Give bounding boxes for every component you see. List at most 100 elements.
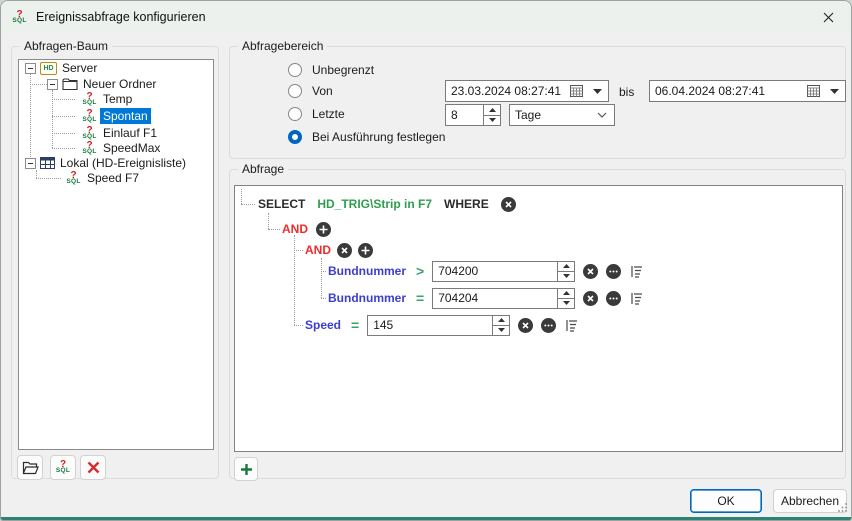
collapse-expander-icon[interactable] <box>25 158 36 169</box>
letzte-unit-select[interactable]: Tage <box>509 104 615 126</box>
query-guide <box>268 229 280 230</box>
spin-up-icon[interactable] <box>493 316 509 326</box>
spin-down-icon[interactable] <box>558 272 574 281</box>
spin-up-icon[interactable] <box>558 289 574 299</box>
remove-condition-icon[interactable] <box>583 291 598 306</box>
radio-von[interactable]: Von <box>288 83 333 99</box>
remove-where-icon[interactable] <box>501 197 516 212</box>
calendar-icon[interactable] <box>570 85 583 97</box>
where-keyword: WHERE <box>444 197 489 211</box>
add-condition-icon[interactable] <box>316 222 331 237</box>
query-and-inner-row: AND <box>305 239 373 261</box>
dialog-title: Ereignissabfrage konfigurieren <box>36 10 206 24</box>
condition-field-link[interactable]: Bundnummer <box>328 291 408 305</box>
tree-item-speed-f7[interactable]: ?SQL Speed F7 <box>19 170 213 186</box>
query-groupbox-label: Abfrage <box>238 162 288 176</box>
tree-item-einlauf-f1[interactable]: ?SQL Einlauf F1 <box>19 125 213 141</box>
condition-operator-link[interactable]: = <box>416 290 424 306</box>
radio-label: Bei Ausführung festlegen <box>312 130 445 144</box>
letzte-count-spinner[interactable]: 8 <box>445 104 501 126</box>
condition-operator-link[interactable]: > <box>416 263 424 279</box>
value-list-icon[interactable] <box>629 264 644 279</box>
radio-circle-selected-icon[interactable] <box>288 130 302 144</box>
add-statement-button[interactable] <box>234 457 258 481</box>
bis-date-input[interactable]: 06.04.2024 08:27:41 <box>649 80 846 102</box>
radio-bei-ausfuehrung[interactable]: Bei Ausführung festlegen <box>288 129 445 145</box>
query-tree-listbox[interactable]: HD Server Neuer Ordner ?SQL Temp ?SQL Sp… <box>18 59 214 450</box>
add-condition-icon[interactable] <box>358 243 373 258</box>
radio-circle-icon[interactable] <box>288 84 302 98</box>
spin-up-icon[interactable] <box>484 105 500 116</box>
tree-item-lokal[interactable]: Lokal (HD-Ereignisliste) <box>19 155 213 171</box>
spin-up-icon[interactable] <box>558 262 574 272</box>
value-list-icon[interactable] <box>564 318 579 333</box>
tree-item-speedmax[interactable]: ?SQL SpeedMax <box>19 140 213 156</box>
new-query-button[interactable]: ?SQL <box>50 455 76 480</box>
dropdown-arrow-icon[interactable] <box>830 89 839 94</box>
condition-field-link[interactable]: Bundnummer <box>328 264 408 278</box>
ok-button[interactable]: OK <box>690 489 762 513</box>
condition-value: 145 <box>373 318 492 332</box>
close-icon[interactable] <box>805 1 851 33</box>
remove-condition-icon[interactable] <box>518 318 533 333</box>
ok-button-label: OK <box>717 494 734 508</box>
spinner-buttons[interactable] <box>557 289 574 308</box>
open-folder-button[interactable] <box>17 455 43 480</box>
collapse-expander-icon[interactable] <box>47 79 58 90</box>
and-operator-link[interactable]: AND <box>282 222 308 236</box>
delete-query-button[interactable] <box>80 455 106 480</box>
spinner-buttons[interactable] <box>557 262 574 281</box>
tree-item-neuer-ordner[interactable]: Neuer Ordner <box>19 76 213 92</box>
query-and-outer-row: AND <box>282 218 331 240</box>
condition-row: Bundnummer > 704200 <box>328 260 644 282</box>
spin-down-icon[interactable] <box>558 299 574 308</box>
window-bottom-edge <box>1 517 851 520</box>
dropdown-arrow-icon[interactable] <box>593 89 602 94</box>
query-guide <box>294 325 303 326</box>
more-options-icon[interactable] <box>606 291 621 306</box>
select-source-link[interactable]: HD_TRIG\Strip in F7 <box>317 197 432 211</box>
condition-value-spinner[interactable]: 704204 <box>432 288 575 309</box>
condition-field-link[interactable]: Speed <box>305 318 343 332</box>
sql-query-icon: ?SQL <box>65 171 82 186</box>
query-builder-area[interactable]: SELECT HD_TRIG\Strip in F7 WHERE AND AND… <box>234 185 843 452</box>
radio-label: Von <box>312 84 333 98</box>
condition-row: Bundnummer = 704204 <box>328 287 644 309</box>
more-options-icon[interactable] <box>606 264 621 279</box>
radio-circle-icon[interactable] <box>288 107 302 121</box>
cancel-button[interactable]: Abbrechen <box>773 489 847 513</box>
tree-item-server[interactable]: HD Server <box>19 60 213 76</box>
calendar-icon[interactable] <box>807 85 820 97</box>
radio-circle-icon[interactable] <box>288 63 302 77</box>
plus-icon <box>240 463 253 476</box>
more-options-icon[interactable] <box>541 318 556 333</box>
radio-letzte[interactable]: Letzte <box>288 106 345 122</box>
tree-item-label: Temp <box>103 92 132 106</box>
resize-grip[interactable] <box>838 501 848 515</box>
query-guide <box>321 298 326 299</box>
sql-query-icon: ?SQL <box>81 141 98 156</box>
remove-group-icon[interactable] <box>337 243 352 258</box>
spin-down-icon[interactable] <box>484 116 500 126</box>
radio-unbegrenzt[interactable]: Unbegrenzt <box>288 62 374 78</box>
condition-operator-link[interactable]: = <box>351 317 359 333</box>
tree-item-spontan-selected[interactable]: ?SQL Spontan <box>19 108 213 124</box>
condition-value-spinner[interactable]: 145 <box>367 315 510 336</box>
value-list-icon[interactable] <box>629 291 644 306</box>
letzte-count-value: 8 <box>451 108 483 122</box>
von-date-input[interactable]: 23.03.2024 08:27:41 <box>445 80 609 102</box>
chevron-down-icon[interactable] <box>597 112 607 118</box>
spinner-buttons[interactable] <box>492 316 509 335</box>
spinner-buttons[interactable] <box>483 105 500 125</box>
tree-item-label: Spontan <box>100 108 151 124</box>
spin-down-icon[interactable] <box>493 326 509 335</box>
tree-item-label: Speed F7 <box>87 171 139 185</box>
collapse-expander-icon[interactable] <box>25 63 36 74</box>
von-date-value: 23.03.2024 08:27:41 <box>451 84 566 98</box>
letzte-unit-value: Tage <box>515 108 597 122</box>
tree-item-label: Neuer Ordner <box>83 77 156 91</box>
condition-value-spinner[interactable]: 704200 <box>432 261 575 282</box>
remove-condition-icon[interactable] <box>583 264 598 279</box>
and-operator-link[interactable]: AND <box>305 243 331 257</box>
tree-item-temp[interactable]: ?SQL Temp <box>19 91 213 107</box>
